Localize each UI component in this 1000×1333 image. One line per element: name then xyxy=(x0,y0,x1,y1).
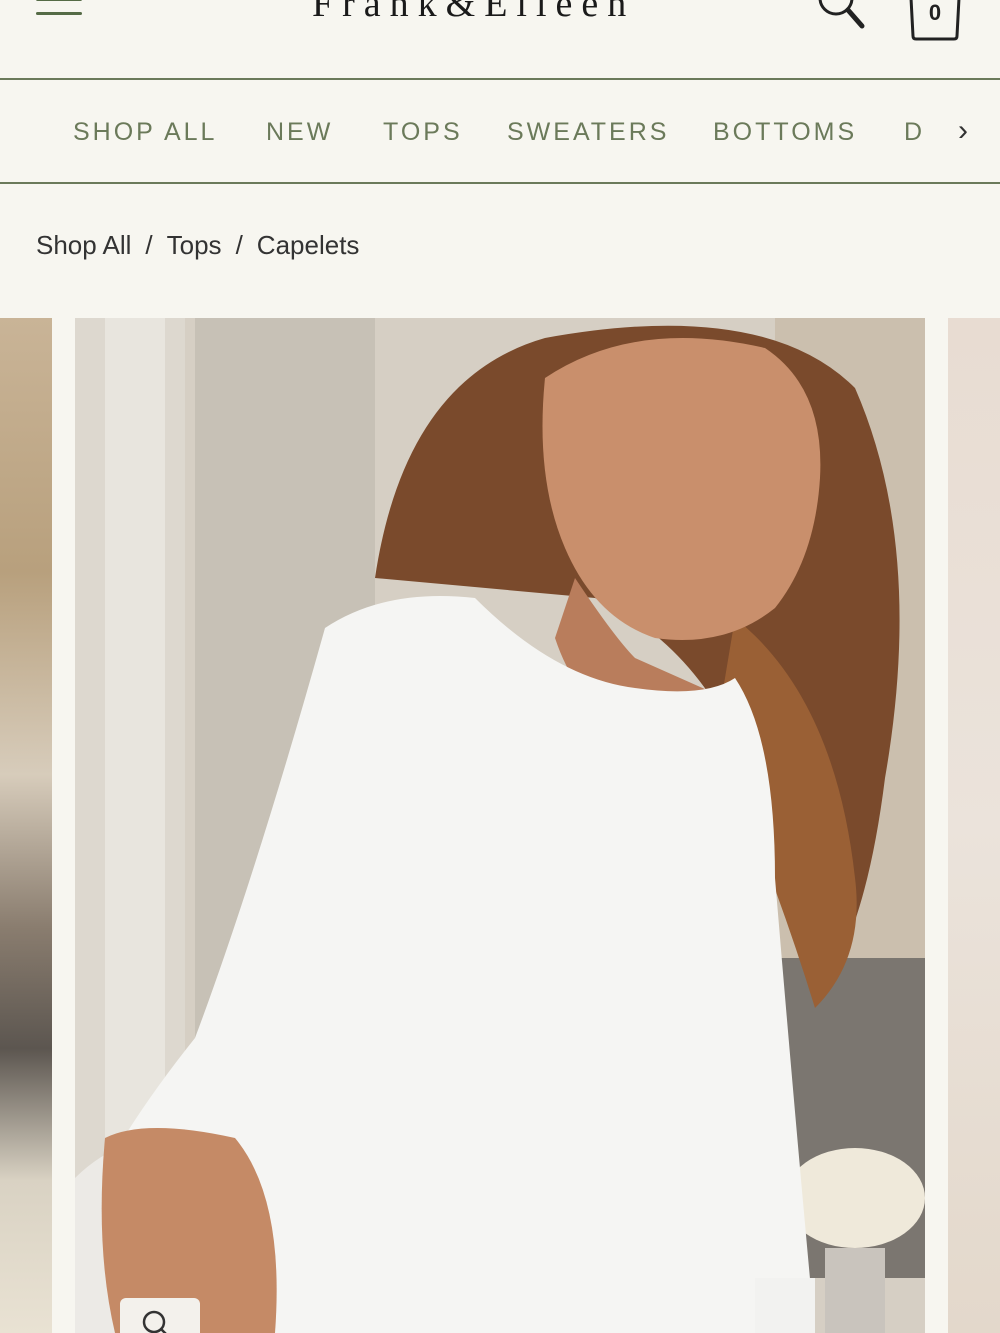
nav-item-shop-all[interactable]: SHOP ALL xyxy=(73,118,217,147)
breadcrumb: Shop All / Tops / Capelets xyxy=(36,230,359,262)
nav-item-new[interactable]: NEW xyxy=(266,118,333,147)
breadcrumb-capelets: Capelets xyxy=(256,230,360,260)
brand-logo[interactable]: Frank&Eileen xyxy=(312,0,692,26)
nav-item-sweaters[interactable]: SWEATERS xyxy=(507,118,669,147)
breadcrumb-tops[interactable]: Tops xyxy=(167,230,222,261)
breadcrumb-separator: / xyxy=(235,230,243,260)
main-product-image[interactable] xyxy=(75,318,925,1333)
zoom-button[interactable] xyxy=(120,1298,200,1333)
nav-item-dresses[interactable]: D xyxy=(904,118,925,147)
hamburger-menu-icon[interactable] xyxy=(36,0,82,20)
next-product-image[interactable] xyxy=(948,318,1000,1333)
chevron-right-icon[interactable]: › xyxy=(958,116,988,146)
nav-item-tops[interactable]: TOPS xyxy=(383,118,463,147)
nav-item-bottoms[interactable]: BOTTOMS xyxy=(713,118,857,147)
shopping-bag-icon[interactable]: 0 xyxy=(905,0,965,42)
cart-count: 0 xyxy=(928,0,942,25)
category-nav: SHOP ALL NEW TOPS SWEATERS BOTTOMS D › xyxy=(0,80,1000,184)
site-header: Frank&Eileen 0 xyxy=(0,0,1000,80)
previous-product-image[interactable] xyxy=(0,318,52,1333)
search-icon xyxy=(142,1310,167,1333)
product-image-carousel[interactable] xyxy=(0,318,1000,1333)
breadcrumb-shop-all[interactable]: Shop All xyxy=(36,230,131,261)
breadcrumb-separator: / xyxy=(145,230,153,260)
search-icon[interactable] xyxy=(818,0,868,32)
